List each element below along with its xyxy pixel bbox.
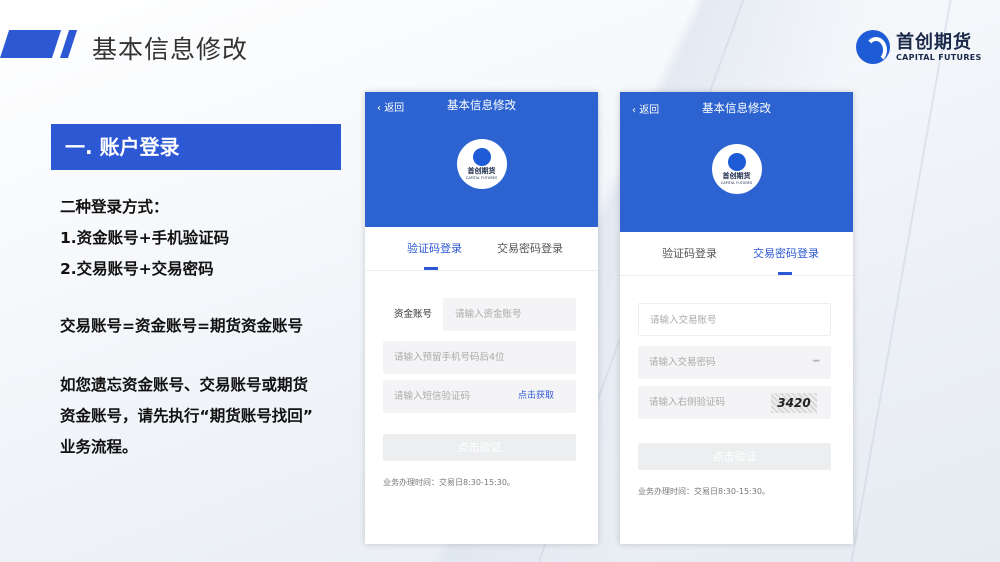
eye-closed-icon[interactable]: ᵕᵕ bbox=[813, 346, 820, 379]
tab-password-login[interactable]: 交易密码登录 bbox=[753, 245, 819, 261]
account-placeholder: 请输入资金账号 bbox=[455, 309, 522, 320]
phone-logo-en: CAPITAL FUTURES bbox=[720, 181, 753, 185]
section-header: 一. 账户登录 bbox=[51, 124, 341, 170]
trade-password-field[interactable]: 请输入交易密码 ᵕᵕ bbox=[638, 346, 831, 379]
verify-button[interactable]: 点击验证 bbox=[383, 434, 576, 461]
password-placeholder: 请输入交易密码 bbox=[649, 357, 716, 368]
account-equation: 交易账号=资金账号=期货资金账号 bbox=[60, 317, 303, 335]
recovery-note: 如您遗忘资金账号、交易账号或期货 资金账号，请先执行“期货账号找回” 业务流程。 bbox=[60, 370, 313, 463]
tab-sms-login[interactable]: 验证码登录 bbox=[662, 245, 717, 261]
brand-name-cn: 首创期货 bbox=[896, 31, 972, 53]
note-line: 资金账号，请先执行“期货账号找回” bbox=[60, 407, 313, 425]
account-field[interactable]: 资金账号 请输入资金账号 bbox=[383, 298, 576, 331]
phone-logo-cn: 首创期货 bbox=[722, 172, 751, 180]
active-tab-indicator bbox=[424, 267, 438, 270]
note-line: 如您遗忘资金账号、交易账号或期货 bbox=[60, 376, 309, 394]
captcha-placeholder: 请输入右侧验证码 bbox=[649, 397, 726, 408]
brand-logo-icon bbox=[472, 148, 491, 166]
method-2: 2.交易账号+交易密码 bbox=[60, 260, 214, 278]
phone-password-login: ‹ 返回 基本信息修改 首创期货 CAPITAL FUTURES 验证码登录 交… bbox=[620, 92, 853, 544]
tab-password-login[interactable]: 交易密码登录 bbox=[497, 240, 563, 256]
trade-account-field[interactable]: 请输入交易账号 bbox=[638, 303, 831, 336]
phone-sms-login: ‹ 返回 基本信息修改 首创期货 CAPITAL FUTURES 验证码登录 交… bbox=[365, 92, 598, 544]
methods-title: 二种登录方式： bbox=[60, 198, 169, 216]
captcha-image[interactable]: 3420 bbox=[771, 393, 817, 413]
phone-title: 基本信息修改 bbox=[702, 101, 771, 115]
business-hours: 业务办理时间：交易日8:30-15:30。 bbox=[383, 478, 515, 487]
phone-logo-en: CAPITAL FUTURES bbox=[465, 176, 498, 180]
phone-header: ‹ 返回 基本信息修改 首创期货 CAPITAL FUTURES bbox=[620, 92, 853, 232]
page-title: 基本信息修改 bbox=[92, 35, 249, 64]
phone-title: 基本信息修改 bbox=[447, 98, 516, 112]
phone-digits-field[interactable]: 请输入预留手机号码后4位 bbox=[383, 341, 576, 374]
account-label: 资金账号 bbox=[383, 298, 444, 331]
brand-logo: 首创期货 CAPITAL FUTURES bbox=[856, 30, 982, 64]
tab-sms-login[interactable]: 验证码登录 bbox=[407, 240, 462, 256]
phone-header: ‹ 返回 基本信息修改 首创期货 CAPITAL FUTURES bbox=[365, 92, 598, 227]
sms-code-field[interactable]: 请输入短信验证码 点击获取 bbox=[383, 380, 576, 413]
phone-logo-cn: 首创期货 bbox=[467, 167, 496, 175]
note-line: 业务流程。 bbox=[60, 438, 138, 456]
active-tab-indicator bbox=[778, 272, 792, 275]
login-methods: 二种登录方式： 1.资金账号+手机验证码 2.交易账号+交易密码 bbox=[60, 192, 229, 285]
brand-logo-icon bbox=[727, 153, 746, 171]
phone-logo: 首创期货 CAPITAL FUTURES bbox=[456, 139, 507, 189]
get-code-button[interactable]: 点击获取 bbox=[518, 380, 554, 413]
brand-name-en: CAPITAL FUTURES bbox=[896, 52, 982, 62]
login-tabs: 验证码登录 交易密码登录 bbox=[620, 232, 853, 276]
verify-button[interactable]: 点击验证 bbox=[638, 443, 831, 470]
captcha-field[interactable]: 请输入右侧验证码 3420 bbox=[638, 386, 831, 419]
method-1: 1.资金账号+手机验证码 bbox=[60, 229, 230, 247]
business-hours: 业务办理时间：交易日8:30-15:30。 bbox=[638, 487, 770, 496]
title-accent-bar bbox=[0, 30, 78, 58]
brand-logo-icon bbox=[856, 30, 890, 64]
sms-placeholder: 请输入短信验证码 bbox=[394, 391, 471, 402]
phone-logo: 首创期货 CAPITAL FUTURES bbox=[711, 144, 762, 194]
login-tabs: 验证码登录 交易密码登录 bbox=[365, 227, 598, 271]
